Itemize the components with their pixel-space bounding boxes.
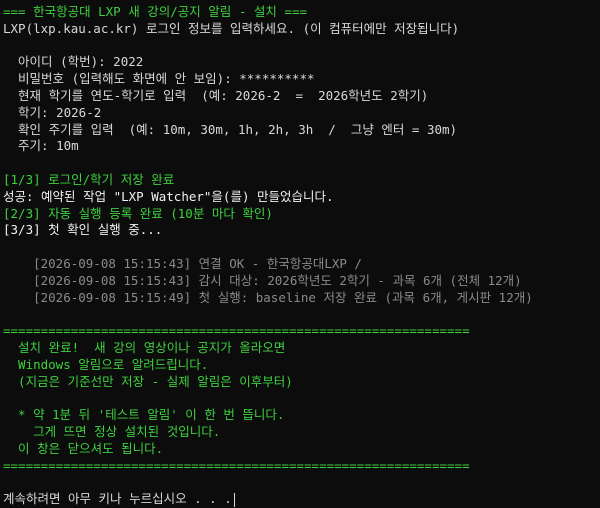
log-line-baseline: [2026-09-08 15:15:49] 첫 실행: baseline 저장 … [3, 289, 533, 305]
install-complete-line-2: Windows 알림으로 알려드립니다. [3, 356, 209, 372]
divider-top: ========================================… [3, 323, 470, 339]
console-window[interactable]: === 한국항공대 LXP 새 강의/공지 알림 - 설치 === LXP(lx… [0, 0, 600, 507]
semester-value: 학기: 2026-2 [3, 104, 102, 120]
step-1-status: [1/3] 로그인/학기 저장 완료 [3, 171, 175, 187]
install-complete-line-3: (지금은 기준선만 저장 - 실제 알림은 이후부터) [3, 373, 293, 389]
step-2-status: [2/3] 자동 실행 등록 완료 (10분 마다 확인) [3, 205, 273, 221]
interval-value: 주기: 10m [3, 138, 79, 154]
test-notice-line-3: 이 창은 닫으셔도 됩니다. [3, 440, 164, 456]
test-notice-line-1: * 약 1분 뒤 '테스트 알림' 이 한 번 뜹니다. [3, 407, 285, 423]
interval-prompt: 확인 주기를 입력 (예: 10m, 30m, 1h, 2h, 3h / 그냥 … [3, 121, 458, 137]
pause-prompt-line: 계속하려면 아무 키나 누르십시오 . . . [3, 491, 600, 508]
task-created-message: 성공: 예약된 작업 "LXP Watcher"을(를) 만들었습니다. [3, 188, 334, 204]
banner-title: === 한국항공대 LXP 새 강의/공지 알림 - 설치 === [3, 4, 307, 19]
student-id-line: 아이디 (학번): 2022 [3, 54, 144, 70]
install-complete-line-1: 설치 완료! 새 강의 영상이나 공지가 올라오면 [3, 339, 286, 355]
test-notice-line-2: 그게 뜨면 정상 설치된 것입니다. [3, 423, 221, 439]
login-prompt: LXP(lxp.kau.ac.kr) 로그인 정보를 입력하세요. (이 컴퓨터… [3, 20, 460, 36]
step-3-status: [3/3] 첫 확인 실행 중... [3, 222, 163, 238]
password-line: 비밀번호 (입력해도 화면에 안 보임): ********** [3, 71, 315, 87]
divider-bottom: ========================================… [3, 457, 470, 473]
log-line-connect: [2026-09-08 15:15:43] 연결 OK - 한국항공대LXP / [3, 255, 362, 271]
semester-prompt: 현재 학기를 연도-학기로 입력 (예: 2026-2 = 2026학년도 2학… [3, 87, 429, 103]
log-line-target: [2026-09-08 15:15:43] 감시 대상: 2026학년도 2학기… [3, 272, 522, 288]
text-cursor [233, 492, 235, 507]
pause-prompt: 계속하려면 아무 키나 누르십시오 . . . [3, 491, 232, 507]
